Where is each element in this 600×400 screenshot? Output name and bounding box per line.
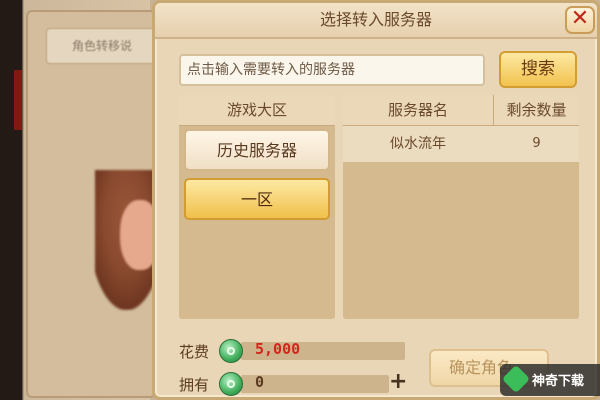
- region-list-header: 游戏大区: [179, 95, 335, 126]
- watermark-text: 神奇下载: [532, 374, 585, 389]
- server-search-input[interactable]: [179, 54, 485, 86]
- table-row[interactable]: 似水流年 9: [343, 126, 579, 162]
- region-item-history[interactable]: 历史服务器: [184, 129, 330, 171]
- close-button[interactable]: ✕: [565, 6, 595, 34]
- close-icon: ✕: [570, 6, 590, 31]
- server-table: 服务器名 剩余数量 似水流年 9: [343, 95, 579, 319]
- search-button[interactable]: 搜索: [499, 51, 577, 88]
- add-currency-button[interactable]: +: [389, 371, 407, 393]
- server-count-cell: 9: [532, 136, 541, 151]
- dialog-title: 选择转入服务器: [319, 10, 432, 29]
- region-item-zone-1[interactable]: 一区: [184, 178, 330, 220]
- cost-value: 5,000: [255, 340, 301, 358]
- cost-label: 花费: [179, 343, 210, 361]
- region-list: 游戏大区 历史服务器 一区: [179, 95, 335, 319]
- server-count-header: 剩余数量: [494, 95, 579, 126]
- owned-value: 0: [255, 373, 265, 391]
- background-dark-edge: [0, 0, 22, 400]
- owned-label: 拥有: [179, 376, 210, 394]
- jade-coin-icon: [219, 372, 243, 396]
- background-red-strip: [14, 70, 22, 130]
- server-name-header: 服务器名: [343, 95, 494, 126]
- background-tab: 角色转移说: [46, 28, 158, 64]
- jade-coin-icon: [219, 339, 243, 363]
- server-name-cell: 似水流年: [390, 136, 446, 152]
- select-server-dialog: 选择转入服务器 ✕ 搜索 游戏大区 历史服务器 一区 服务器名 剩余数量 似水流…: [152, 0, 600, 400]
